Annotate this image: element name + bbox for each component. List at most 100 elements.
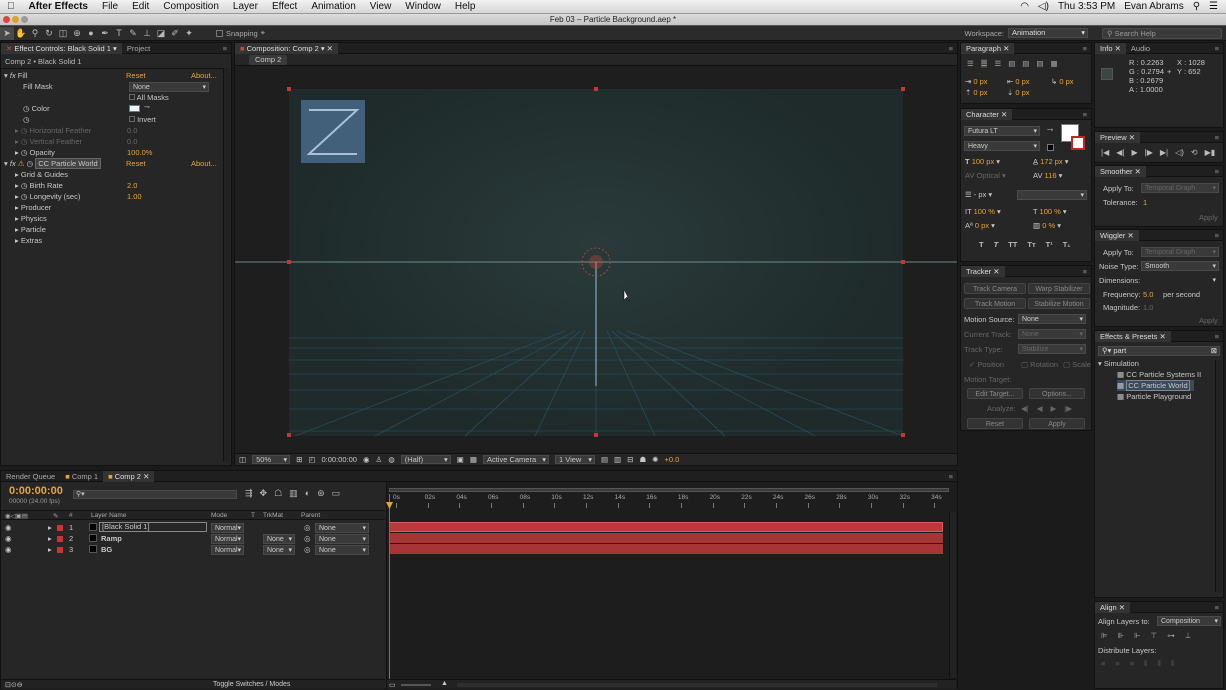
subscript-icon[interactable]: T₁ <box>1063 240 1071 249</box>
rotation-checkbox[interactable]: ▢ Rotation <box>1021 359 1058 370</box>
magnitude-value[interactable]: 1.0 <box>1143 302 1153 313</box>
longevity-row[interactable]: ▸ ◷ Longevity (sec) <box>15 191 80 202</box>
space-before-field[interactable]: ⇡ 0 px <box>965 87 988 98</box>
volume-icon[interactable]: ◁) <box>1038 1 1049 12</box>
comp-timecode[interactable]: 0:00:00:00 <box>321 455 356 464</box>
shy-icon[interactable]: ☖ <box>274 488 282 499</box>
particle-group[interactable]: ▸ Particle <box>15 224 46 235</box>
tab-info[interactable]: Info ✕ <box>1095 42 1126 54</box>
tsume-field[interactable]: ▥ 0 % ▾ <box>1033 220 1061 231</box>
birth-rate-value[interactable]: 2.0 <box>127 180 137 191</box>
channel-icon[interactable]: ◍ <box>388 455 395 464</box>
exposure-icon[interactable]: ✺ <box>652 455 658 464</box>
layer-label-color[interactable] <box>57 525 63 531</box>
physics-group[interactable]: ▸ Physics <box>15 213 47 224</box>
superscript-icon[interactable]: T¹ <box>1046 240 1053 249</box>
layer-parent-select[interactable]: None <box>315 545 369 555</box>
tab-align[interactable]: Align ✕ <box>1095 601 1131 613</box>
longevity-value[interactable]: 1.00 <box>127 191 142 202</box>
first-frame-icon[interactable]: |◀ <box>1101 148 1109 157</box>
fast-preview-icon[interactable]: ▥ <box>614 455 621 464</box>
puppet-tool-icon[interactable]: ✦ <box>182 27 196 40</box>
layer-mode-select[interactable]: Normal <box>211 545 244 555</box>
tab-tracker[interactable]: Tracker ✕ <box>961 265 1005 277</box>
effect-controls-scrollbar[interactable] <box>223 68 230 462</box>
layer-trkmat-select[interactable]: None <box>263 545 295 555</box>
panel-menu-icon[interactable]: ≡ <box>223 44 231 53</box>
track-camera-button[interactable]: Track Camera <box>964 283 1026 294</box>
menu-composition[interactable]: Composition <box>156 1 226 12</box>
motion-blur-icon[interactable]: ◐ <box>305 488 310 499</box>
invert-checkbox[interactable]: Invert <box>129 114 156 125</box>
distribute-bottom-icon[interactable]: ≡ <box>1130 659 1134 669</box>
distribute-v-center-icon[interactable]: ≡ <box>1115 659 1119 669</box>
zoom-tool-icon[interactable]: ⚲ <box>28 27 42 40</box>
indent-left-field[interactable]: ⇥ 0 px <box>965 76 988 87</box>
pickwhip-icon[interactable]: ◎ <box>304 534 311 543</box>
panel-menu-icon[interactable]: ≡ <box>1083 267 1091 276</box>
align-v-centers-icon[interactable]: ⊶ <box>1167 631 1175 640</box>
fill-reset-button[interactable]: Reset <box>126 70 146 81</box>
snapshot-icon[interactable]: ◉ <box>363 455 370 464</box>
eraser-tool-icon[interactable]: ◪ <box>154 27 168 40</box>
indent-first-field[interactable]: ↳ 0 px <box>1051 76 1074 87</box>
color-swatch[interactable] <box>129 105 140 112</box>
panel-menu-icon[interactable]: ≡ <box>949 472 957 481</box>
ram-preview-icon[interactable]: ▶▮ <box>1205 148 1216 157</box>
layer-name[interactable]: Ramp <box>101 534 122 543</box>
workspace-select[interactable]: Animation ▾ <box>1008 28 1088 38</box>
zoom-window-button[interactable] <box>21 16 28 23</box>
smoother-apply-button[interactable]: Apply <box>1199 212 1218 223</box>
stroke-style-select[interactable] <box>1017 190 1087 200</box>
justify-center-icon[interactable]: ▤ <box>1022 59 1029 68</box>
tab-smoother[interactable]: Smoother ✕ <box>1095 165 1146 177</box>
all-masks-checkbox[interactable]: All Masks <box>129 92 169 103</box>
user-name[interactable]: Evan Abrams <box>1124 1 1183 12</box>
fill-about-button[interactable]: About... <box>191 70 217 81</box>
justify-right-icon[interactable]: ▤ <box>1036 59 1043 68</box>
camera-select[interactable]: Active Camera ▾ <box>482 455 549 464</box>
selection-tool-icon[interactable]: ➤ <box>0 26 14 40</box>
wifi-icon[interactable]: ◠ <box>1020 1 1029 12</box>
panel-menu-icon[interactable]: ≡ <box>1083 44 1091 53</box>
pan-behind-tool-icon[interactable]: ⊕ <box>70 27 84 40</box>
comp-breadcrumb-tab[interactable]: Comp 2 <box>249 54 288 65</box>
horizontal-feather-value[interactable]: 0.0 <box>127 125 137 136</box>
analyze-forward-frame-icon[interactable]: |▶ <box>1064 403 1072 414</box>
opacity-row[interactable]: ▸ ◷ Opacity <box>15 147 55 158</box>
tab-render-queue[interactable]: Render Queue <box>1 471 60 482</box>
visibility-eye-icon[interactable]: ◉ <box>5 545 12 554</box>
roto-tool-icon[interactable]: ✐ <box>168 27 182 40</box>
layer-parent-select[interactable]: None <box>315 534 369 544</box>
layer-row[interactable]: ◉ ▸ 3 BG Normal None ◎ None <box>1 544 385 555</box>
effect-particle-world-row[interactable]: ▾ fx ⚠ ◷ CC Particle World <box>4 158 101 169</box>
comp-mini-flowchart-icon[interactable]: ⇶ <box>245 488 253 499</box>
search-help-input[interactable]: ⚲ Search Help <box>1102 27 1222 39</box>
work-area-bar[interactable] <box>389 488 949 492</box>
fill-mask-select[interactable]: None <box>129 82 209 92</box>
track-motion-button[interactable]: Track Motion <box>964 298 1026 309</box>
font-size-field[interactable]: T 100 px ▾ <box>965 156 1000 167</box>
snapping-toggle[interactable]: Snapping ⌖ <box>216 28 265 38</box>
distribute-left-icon[interactable]: ⦀ <box>1144 659 1147 669</box>
horizontal-feather-row[interactable]: ▸ ◷ Horizontal Feather <box>15 125 91 136</box>
motion-source-select[interactable]: None <box>1018 314 1086 324</box>
vertical-feather-row[interactable]: ▸ ◷ Vertical Feather <box>15 136 82 147</box>
roi-icon[interactable]: ▣ <box>457 455 464 464</box>
menu-animation[interactable]: Animation <box>304 1 362 12</box>
loop-icon[interactable]: ⟲ <box>1191 148 1198 157</box>
pen-tool-icon[interactable]: ✒ <box>98 27 112 40</box>
all-caps-icon[interactable]: TT <box>1008 240 1017 249</box>
zoom-out-icon[interactable]: ▭ <box>389 681 396 689</box>
stopwatch-icon[interactable]: ◷ <box>23 104 30 113</box>
stroke-width-field[interactable]: ☰ - px ▾ <box>965 189 992 200</box>
tab-composition[interactable]: ■ Composition: Comp 2 ▾ ✕ <box>235 42 338 54</box>
effects-search-input[interactable]: ⚲▾ part ⊠ <box>1098 346 1220 356</box>
current-time-indicator[interactable] <box>389 494 390 679</box>
pickwhip-icon[interactable]: ◎ <box>304 523 311 532</box>
space-after-field[interactable]: ⇣ 0 px <box>1007 87 1030 98</box>
tracking-field[interactable]: AV 116 ▾ <box>1033 170 1062 181</box>
time-ruler[interactable]: 0s 02s 04s 06s 08s 10s 12s 14s 16s 18s 20s 22s 24s 26… <box>387 494 947 510</box>
align-h-centers-icon[interactable]: ⊪ <box>1118 631 1125 640</box>
draft-3d-icon[interactable]: ✥ <box>260 488 268 499</box>
